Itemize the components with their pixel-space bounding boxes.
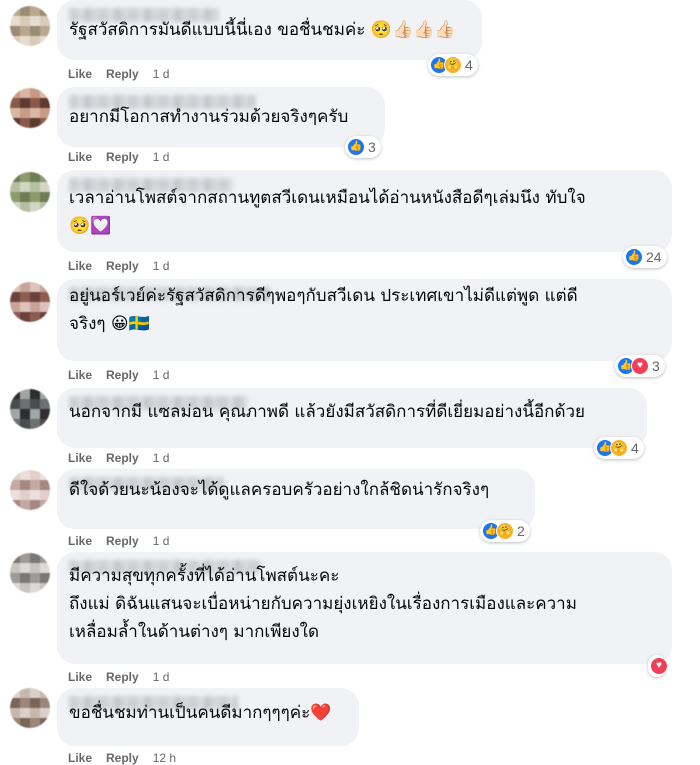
comment-bubble: อยากมีโอกาสทำงานร่วมด้วยจริงๆครับ (57, 87, 385, 147)
like-button[interactable]: Like (68, 368, 92, 382)
reply-button[interactable]: Reply (106, 751, 139, 765)
comment-text-line: เวลาอ่านโพสต์จากสถานทูตสวีเดนเหมือนได้อ่… (69, 188, 586, 208)
comment-bubble: นอกจากมี แซลม่อน คุณภาพดี แล้วยังมีสวัสด… (57, 388, 647, 448)
timestamp[interactable]: 1 d (153, 534, 170, 548)
like-button[interactable]: Like (68, 751, 92, 765)
avatar[interactable] (10, 6, 50, 46)
heart-icon: ♥ (631, 357, 649, 375)
timestamp[interactable]: 1 d (153, 451, 170, 465)
comment-bubble: อยู่นอร์เวย์ค่ะรัฐสวัสดิการดีๆพอๆกับสวีเ… (57, 279, 672, 361)
like-button[interactable]: Like (68, 150, 92, 164)
like-button[interactable]: Like (68, 259, 92, 273)
reaction-summary[interactable]: 👍 ♥ 3 (615, 355, 665, 377)
avatar[interactable] (10, 470, 50, 510)
comment-actions: Like Reply 1 d (68, 259, 169, 273)
comment-text-line: อยากมีโอกาสทำงานร่วมด้วยจริงๆครับ (69, 107, 349, 127)
reaction-summary[interactable]: 👍 🤗 4 (428, 54, 478, 76)
reply-button[interactable]: Reply (106, 670, 139, 684)
avatar[interactable] (10, 553, 50, 593)
comment-text-line: รัฐสวัสดิการมันดีแบบนี้นี่เอง ขอชื่นชมค่… (69, 20, 456, 40)
like-button[interactable]: Like (68, 534, 92, 548)
comment-text-line: ขอชื่นชมท่านเป็นคนดีมากๆๆๆค่ะ❤️ (69, 703, 332, 723)
timestamp[interactable]: 1 d (153, 67, 170, 81)
care-hug-icon: 🤗 (496, 522, 514, 540)
comment-text-line: อยู่นอร์เวย์ค่ะรัฐสวัสดิการดีๆพอๆกับสวีเ… (69, 286, 578, 306)
reaction-count: 3 (652, 358, 660, 374)
comment-actions: Like Reply 12 h (68, 751, 176, 765)
avatar[interactable] (10, 688, 50, 728)
comment-bubble: ขอชื่นชมท่านเป็นคนดีมากๆๆๆค่ะ❤️ (57, 688, 359, 746)
comment-actions: Like Reply 1 d (68, 368, 169, 382)
avatar[interactable] (10, 282, 50, 322)
like-button[interactable]: Like (68, 451, 92, 465)
comment-text-line: เหลื่อมล้ำในด้านต่างๆ มากเพียงใด (69, 622, 320, 642)
comment-text-line: จริงๆ 😀🇸🇪 (69, 314, 150, 334)
reaction-count: 3 (368, 139, 376, 155)
avatar[interactable] (10, 172, 50, 212)
care-hug-icon: 🤗 (610, 439, 628, 457)
comment-actions: Like Reply 1 d (68, 150, 169, 164)
timestamp[interactable]: 1 d (153, 150, 170, 164)
care-hug-icon: 🤗 (444, 56, 462, 74)
like-button[interactable]: Like (68, 67, 92, 81)
timestamp[interactable]: 1 d (153, 670, 170, 684)
comment-text-line: นอกจากมี แซลม่อน คุณภาพดี แล้วยังมีสวัสด… (69, 402, 586, 422)
comment-bubble: รัฐสวัสดิการมันดีแบบนี้นี่เอง ขอชื่นชมค่… (57, 0, 482, 60)
reply-button[interactable]: Reply (106, 451, 139, 465)
comment-actions: Like Reply 1 d (68, 534, 169, 548)
reply-button[interactable]: Reply (106, 259, 139, 273)
comment-text-line: ดีใจด้วยนะน้องจะได้ดูแลครอบครัวอย่างใกล้… (69, 480, 490, 500)
comment-actions: Like Reply 1 d (68, 67, 169, 81)
reaction-summary[interactable]: 👍 3 (345, 136, 381, 158)
thumbs-up-icon: 👍 (347, 138, 365, 156)
reaction-summary[interactable]: ♥ (648, 655, 668, 677)
reply-button[interactable]: Reply (106, 150, 139, 164)
avatar[interactable] (10, 389, 50, 429)
reaction-count: 24 (646, 249, 662, 265)
avatar[interactable] (10, 88, 50, 128)
comment-text-line: ถึงแม่ ดิฉันแสนจะเบื่อหน่ายกับความยุ่งเห… (69, 594, 577, 614)
heart-icon: ♥ (650, 657, 668, 675)
thumbs-up-icon: 👍 (625, 248, 643, 266)
timestamp[interactable]: 12 h (153, 751, 176, 765)
reaction-count: 4 (631, 440, 639, 456)
comment-bubble: เวลาอ่านโพสต์จากสถานทูตสวีเดนเหมือนได้อ่… (57, 170, 672, 252)
reaction-count: 4 (465, 57, 473, 73)
reply-button[interactable]: Reply (106, 534, 139, 548)
like-button[interactable]: Like (68, 670, 92, 684)
comment-actions: Like Reply 1 d (68, 670, 169, 684)
reaction-summary[interactable]: 👍 🤗 4 (594, 437, 644, 459)
comment-text-line: มีความสุขทุกครั้งที่ได้อ่านโพสต์นะคะ (69, 566, 340, 586)
reply-button[interactable]: Reply (106, 67, 139, 81)
reaction-summary[interactable]: 👍 24 (623, 246, 667, 268)
comment-actions: Like Reply 1 d (68, 451, 169, 465)
reply-button[interactable]: Reply (106, 368, 139, 382)
comment-text-line: 🥺💟 (69, 216, 112, 236)
comment-bubble: มีความสุขทุกครั้งที่ได้อ่านโพสต์นะคะถึงแ… (57, 552, 672, 664)
comment-bubble: ดีใจด้วยนะน้องจะได้ดูแลครอบครัวอย่างใกล้… (57, 469, 535, 529)
reaction-count: 2 (517, 523, 525, 539)
reaction-summary[interactable]: 👍 🤗 2 (480, 520, 530, 542)
timestamp[interactable]: 1 d (153, 259, 170, 273)
timestamp[interactable]: 1 d (153, 368, 170, 382)
